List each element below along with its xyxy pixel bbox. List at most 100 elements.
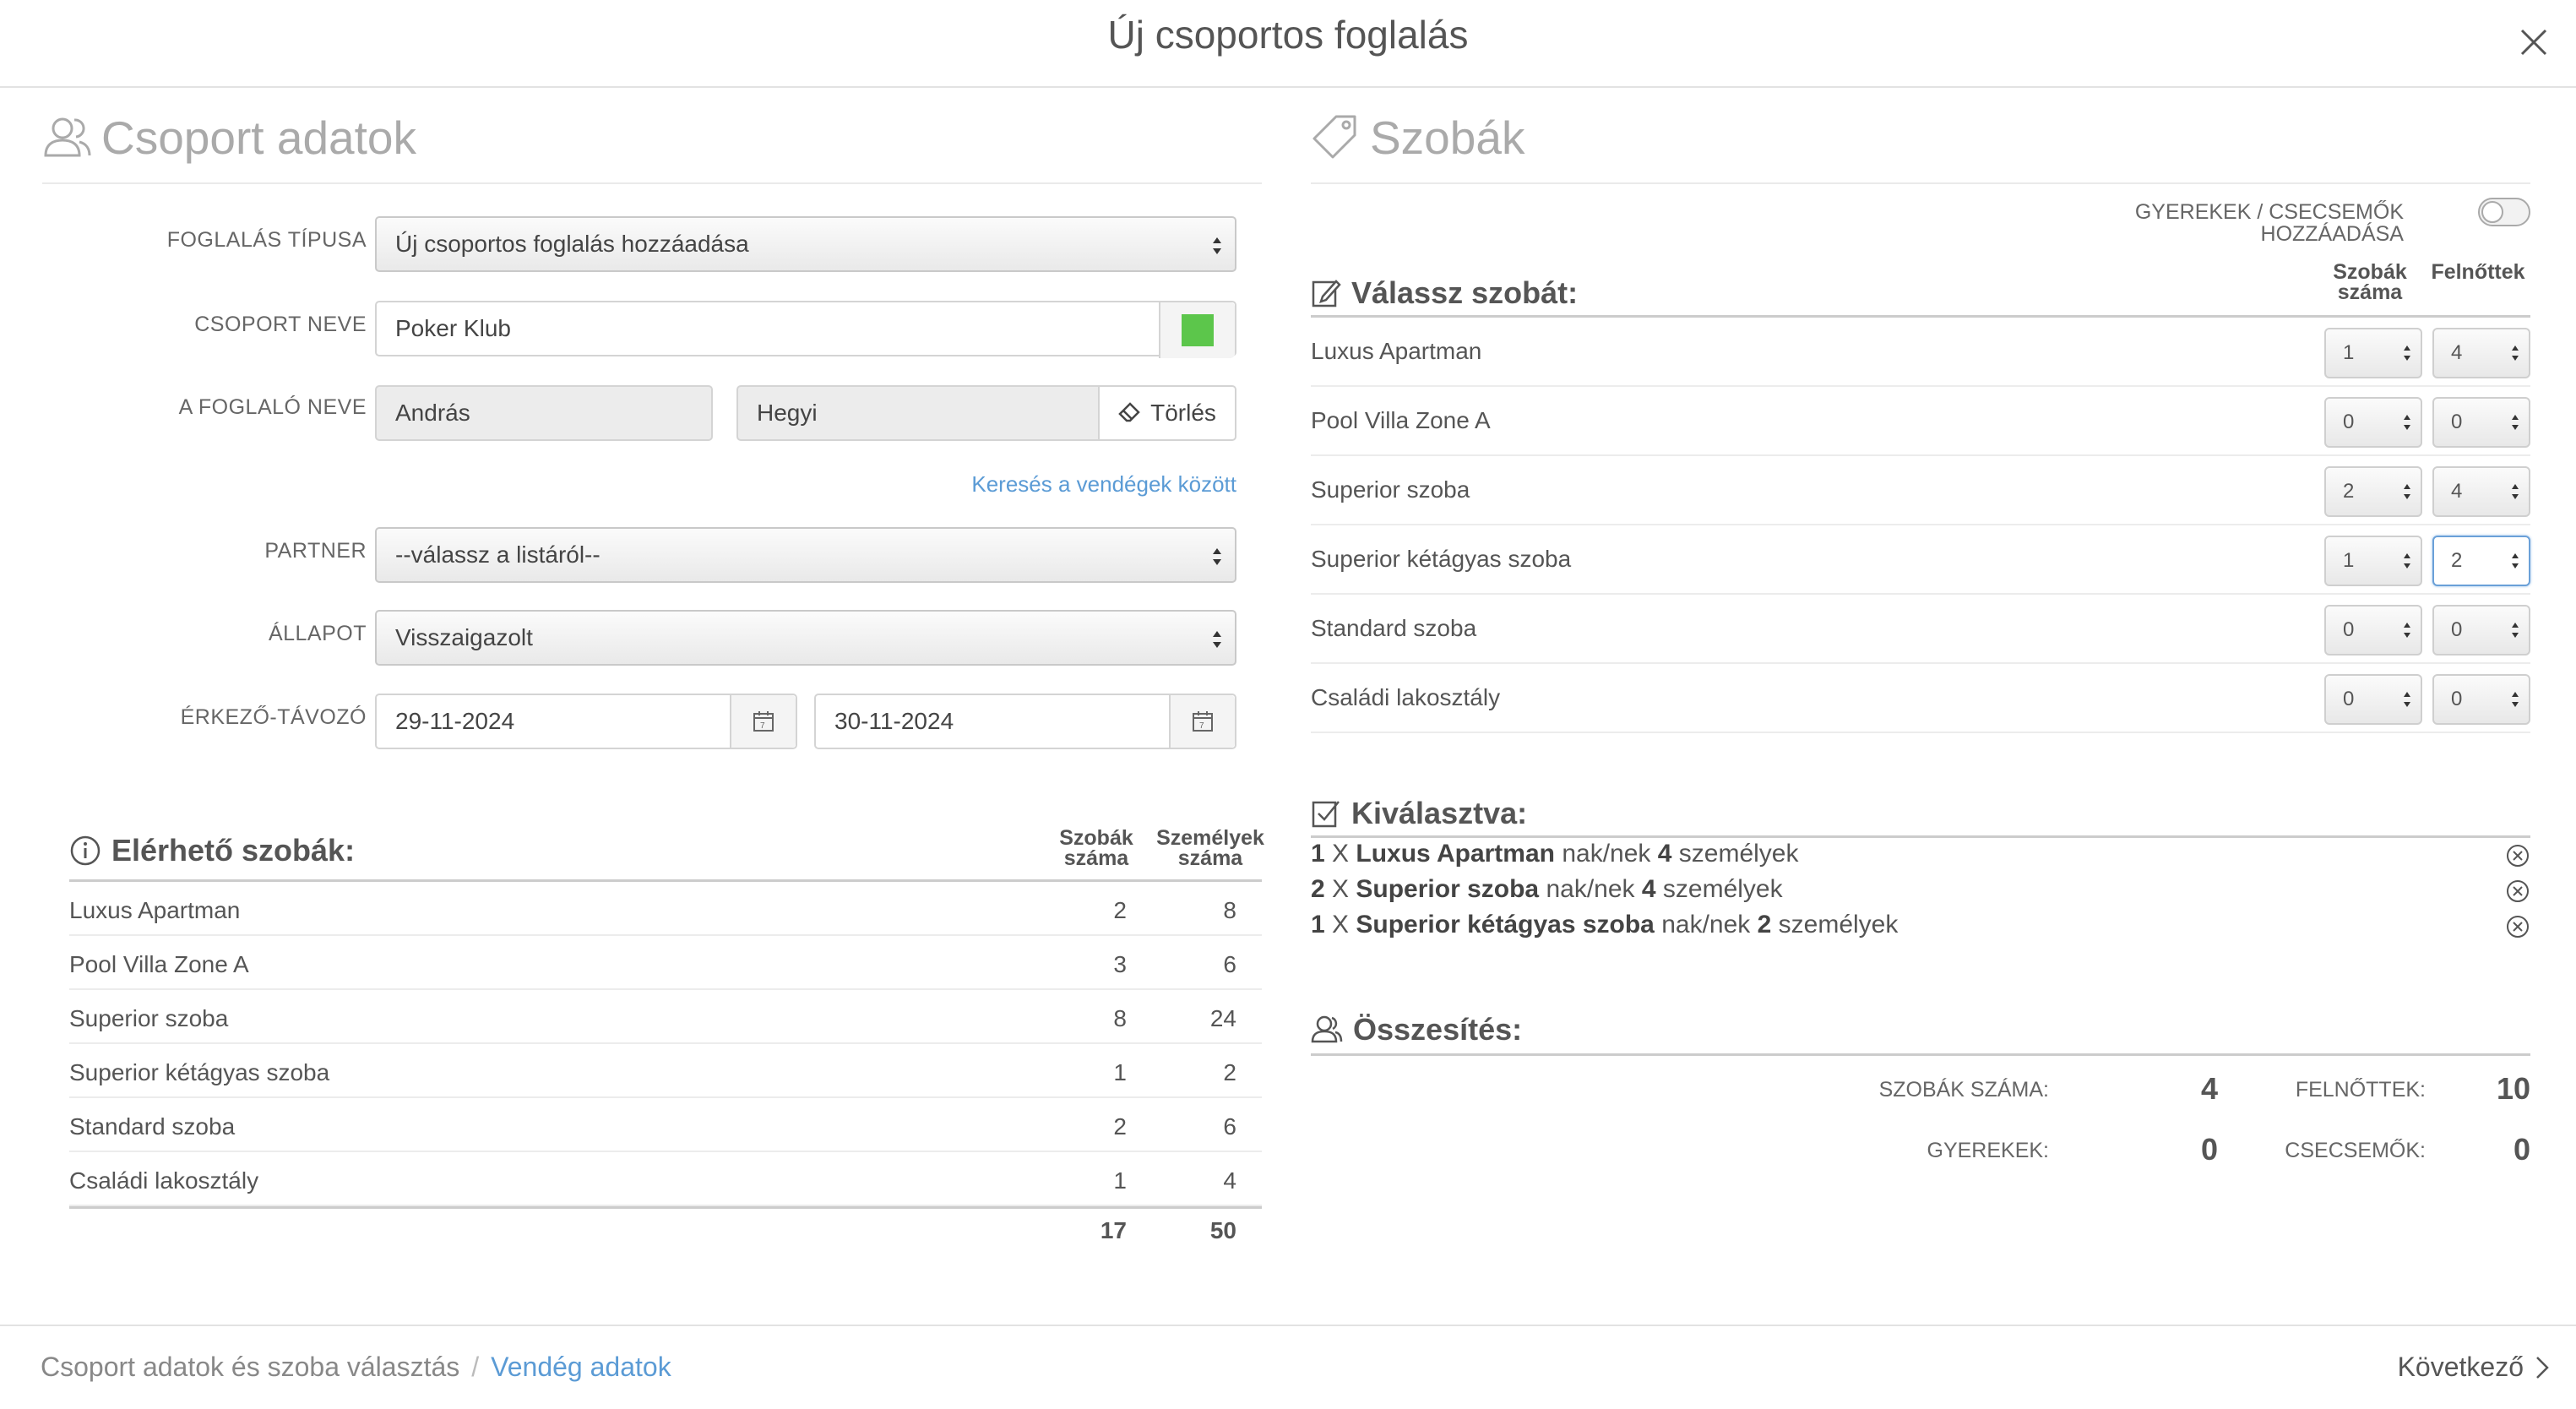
room-count-stepper[interactable]: 0 — [2324, 397, 2422, 448]
selected-room: Luxus Apartman — [1356, 840, 1555, 868]
available-room-row: Családi lakosztály 1 4 — [69, 1152, 1262, 1206]
adults-stepper[interactable]: 0 — [2432, 674, 2530, 725]
select-arrows-icon — [1213, 631, 1221, 648]
svg-text:7: 7 — [1199, 721, 1204, 731]
room-count: 3 — [1113, 951, 1127, 977]
summary-adults-value: 10 — [2496, 1071, 2530, 1106]
breadcrumb-step-group[interactable]: Csoport adatok és szoba választás — [41, 1352, 459, 1382]
group-name-input[interactable]: Poker Klub — [375, 301, 1236, 358]
children-toggle-label-line2: HOZZÁADÁSA — [2260, 222, 2404, 246]
selected-room: Superior szoba — [1356, 875, 1540, 903]
spinner-arrows-icon — [2512, 553, 2519, 568]
selected-persons: 4 — [1641, 875, 1656, 903]
choose-room-row: Pool Villa Zone A 0 0 — [1311, 387, 2530, 456]
room-name: Superior szoba — [1311, 476, 1470, 503]
group-data-title: Csoport adatok — [101, 112, 416, 164]
room-count: 2 — [1113, 897, 1127, 923]
remove-circle-icon[interactable] — [2505, 914, 2530, 939]
adults-value: 0 — [2451, 688, 2463, 710]
departure-calendar-button[interactable]: 7 — [1169, 695, 1235, 748]
arrival-calendar-button[interactable]: 7 — [730, 695, 796, 748]
col-rooms-line2: száma — [1063, 846, 1129, 870]
partner-select[interactable]: --válassz a listáról-- — [375, 527, 1236, 583]
selected-item: 1 X Superior kétágyas szoba nak/nek 2 sz… — [1311, 911, 2530, 946]
search-link-row: Keresés a vendégek között — [42, 468, 1262, 502]
spinner-arrows-icon — [2512, 692, 2519, 707]
room-count-stepper[interactable]: 1 — [2324, 328, 2422, 378]
adults-value: 4 — [2451, 480, 2463, 503]
room-name: Superior kétágyas szoba — [1311, 546, 1572, 572]
person-count: 4 — [1223, 1167, 1236, 1194]
selected-mid: nak/nek — [1661, 911, 1751, 938]
available-room-row: Luxus Apartman 2 8 — [69, 882, 1262, 936]
edit-icon — [1312, 280, 1341, 307]
room-name: Pool Villa Zone A — [1311, 407, 1491, 433]
selected-title-wrap: Kiválasztva: — [1311, 796, 1527, 831]
clear-button-label: Törlés — [1150, 400, 1216, 426]
info-icon — [70, 835, 101, 866]
group-data-header: Csoport adatok — [42, 88, 1262, 184]
group-name-label: CSOPORT NEVE — [194, 313, 367, 336]
room-name: Standard szoba — [1311, 615, 1477, 641]
selected-suffix: személyek — [1662, 875, 1783, 903]
selected-persons: 4 — [1657, 840, 1672, 868]
choose-rooms-header: Válassz szobát: Szobák száma Felnőttek — [1311, 257, 2530, 318]
adults-value: 2 — [2451, 549, 2463, 572]
group-data-panel: Csoport adatok FOGLALÁS TÍPUSA Új csopor… — [42, 88, 1264, 1243]
person-count: 8 — [1223, 897, 1236, 923]
search-guests-link[interactable]: Keresés a vendégek között — [971, 471, 1236, 498]
col-persons-line1: Személyek — [1156, 826, 1264, 850]
summary-children-value: 0 — [2200, 1132, 2218, 1167]
adults-stepper[interactable]: 2 — [2432, 536, 2530, 586]
summary-block: Összesítés: SZOBÁK SZÁMA: 4 FELNŐTTEK: 1… — [1311, 998, 2530, 1167]
status-label: ÁLLAPOT — [268, 622, 367, 645]
chevron-right-icon — [2536, 1356, 2549, 1379]
status-select[interactable]: Visszaigazolt — [375, 610, 1236, 666]
dates-label: ÉRKEZŐ-TÁVOZÓ — [180, 705, 367, 729]
booker-name-label: A FOGLALÓ NEVE — [178, 395, 367, 419]
remove-circle-icon[interactable] — [2505, 843, 2530, 868]
select-arrows-icon — [1213, 548, 1221, 565]
selected-items: 1 X Luxus Apartman nak/nek 4 személyek 2 … — [1311, 838, 2530, 946]
room-count: 1 — [1113, 1059, 1127, 1085]
next-button[interactable]: Következő — [2398, 1352, 2551, 1383]
selected-count: 1 — [1311, 911, 1325, 938]
booker-last-name-value: Hegyi — [757, 400, 818, 426]
close-icon[interactable] — [2517, 25, 2551, 59]
step-breadcrumb: Csoport adatok és szoba választás / Vendég… — [41, 1352, 671, 1383]
adults-stepper[interactable]: 4 — [2432, 328, 2530, 378]
clear-button[interactable]: Törlés — [1098, 385, 1236, 441]
departure-date-value: 30-11-2024 — [834, 708, 954, 734]
departure-date-input[interactable]: 30-11-2024 7 — [814, 694, 1236, 749]
group-color-picker[interactable] — [1159, 302, 1235, 358]
booker-first-name-value: András — [395, 400, 470, 426]
adults-stepper[interactable]: 4 — [2432, 466, 2530, 517]
room-count-value: 0 — [2343, 411, 2355, 433]
summary-rooms-value: 4 — [2200, 1071, 2218, 1106]
breadcrumb-step-guests[interactable]: Vendég adatok — [491, 1352, 671, 1382]
room-count-stepper[interactable]: 2 — [2324, 466, 2422, 517]
selected-item: 1 X Luxus Apartman nak/nek 4 személyek — [1311, 840, 2530, 875]
room-count-stepper[interactable]: 0 — [2324, 605, 2422, 656]
room-count-stepper[interactable]: 1 — [2324, 536, 2422, 586]
room-count-stepper[interactable]: 0 — [2324, 674, 2422, 725]
remove-circle-icon[interactable] — [2505, 879, 2530, 904]
calendar-icon: 7 — [753, 711, 774, 732]
arrival-date-input[interactable]: 29-11-2024 7 — [375, 694, 797, 749]
available-rooms-title-wrap: Elérhető szobák: — [69, 833, 355, 868]
children-toggle[interactable] — [2478, 198, 2530, 226]
booker-last-name-input[interactable]: Hegyi — [736, 385, 1108, 441]
room-name: Luxus Apartman — [69, 897, 241, 923]
adults-value: 0 — [2451, 618, 2463, 641]
choose-rooms-title: Válassz szobát: — [1351, 275, 1579, 310]
booking-type-select[interactable]: Új csoportos foglalás hozzáadása — [375, 216, 1236, 272]
room-count: 2 — [1113, 1113, 1127, 1140]
available-room-row: Pool Villa Zone A 3 6 — [69, 936, 1262, 990]
selected-count: 1 — [1311, 840, 1325, 868]
tag-icon — [1312, 115, 1356, 159]
adults-stepper[interactable]: 0 — [2432, 397, 2530, 448]
status-value: Visszaigazolt — [395, 624, 533, 650]
adults-stepper[interactable]: 0 — [2432, 605, 2530, 656]
summary-infants-value: 0 — [2513, 1132, 2530, 1167]
booker-first-name-input[interactable]: András — [375, 385, 713, 441]
